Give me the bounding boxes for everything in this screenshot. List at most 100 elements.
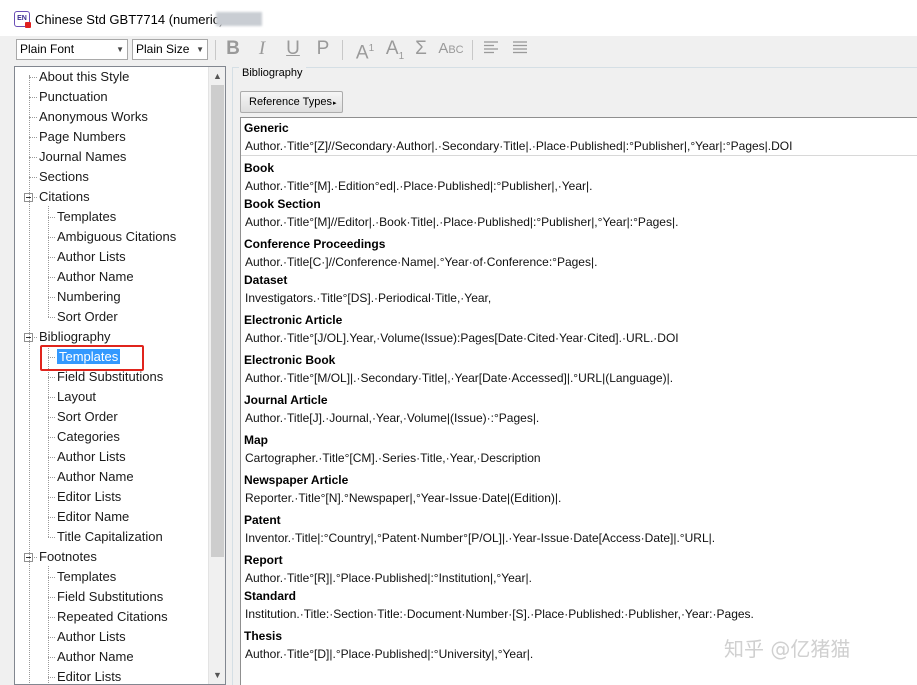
template-text[interactable]: Author.·Title°[M].·Edition°ed|.·Place·Pu…: [245, 179, 592, 193]
tree-item-label: Page Numbers: [39, 129, 126, 144]
tree-item-sections[interactable]: Sections: [39, 168, 89, 186]
subscript-button[interactable]: A1: [382, 38, 408, 62]
reference-types-button[interactable]: Reference Types▸: [240, 91, 343, 113]
tree-connector: [48, 257, 55, 258]
tree-item-label: Author Name: [57, 469, 134, 484]
tree-item-numbering[interactable]: Numbering: [57, 288, 121, 306]
tree-item-editor-lists[interactable]: Editor Lists: [57, 668, 122, 684]
tree-scrollbar[interactable]: ▲ ▼: [208, 67, 225, 684]
tree-item-sort-order[interactable]: Sort Order: [57, 408, 118, 426]
scroll-down-icon[interactable]: ▼: [209, 667, 225, 683]
scroll-up-icon[interactable]: ▲: [209, 68, 225, 84]
tree-item-author-lists[interactable]: Author Lists: [57, 248, 126, 266]
justify-button[interactable]: [509, 38, 531, 60]
reference-type-heading: Report: [244, 553, 283, 567]
tree-connector: [48, 617, 55, 618]
tree-item-footnotes[interactable]: Footnotes: [39, 548, 97, 566]
tree-item-author-name[interactable]: Author Name: [57, 648, 134, 666]
tree-item-sort-order[interactable]: Sort Order: [57, 308, 118, 326]
tree-connector: [48, 497, 55, 498]
tree-item-label: Journal Names: [39, 149, 127, 164]
template-text[interactable]: Author.·Title[J].·Journal,·Year,·Volume|…: [245, 411, 539, 425]
tree-connector: [48, 397, 55, 398]
templates-editor[interactable]: [240, 117, 917, 685]
template-text[interactable]: Institution.·Title:·Section·Title:·Docum…: [245, 607, 754, 621]
underline-button[interactable]: U: [282, 38, 304, 60]
tree-item-author-lists[interactable]: Author Lists: [57, 448, 126, 466]
title-bar: EN Chinese Std GBT7714 (numeric): [0, 0, 917, 36]
align-left-button[interactable]: [480, 38, 502, 60]
tree-item-label: Sections: [39, 169, 89, 184]
small-caps-button[interactable]: Abc: [436, 38, 466, 60]
template-text[interactable]: Author.·Title°[M/OL]|.·Secondary·Title|,…: [245, 371, 673, 385]
tree-item-label: Author Lists: [57, 449, 126, 464]
bold-button[interactable]: B: [222, 38, 244, 60]
tree-item-citations[interactable]: Citations: [39, 188, 90, 206]
tree-connector: [48, 346, 49, 537]
tree-item-label: Anonymous Works: [39, 109, 148, 124]
scrollbar-thumb[interactable]: [211, 85, 224, 557]
symbol-button[interactable]: Σ: [410, 38, 432, 60]
tree-item-label: Ambiguous Citations: [57, 229, 177, 244]
format-toolbar: Plain Font ▼ Plain Size ▼ B I U P A1 A1 Σ …: [0, 36, 917, 64]
template-text[interactable]: Author.·Title[C·]//Conference·Name|.°Yea…: [245, 255, 597, 269]
tree-item-journal-names[interactable]: Journal Names: [39, 148, 126, 166]
template-text[interactable]: Investigators.·Title°[DS].·Periodical·Ti…: [245, 291, 491, 305]
tree-item-page-numbers[interactable]: Page Numbers: [39, 128, 126, 146]
superscript-button[interactable]: A1: [352, 38, 378, 63]
tree-item-label: Editor Lists: [57, 489, 122, 504]
tree-item-label: Editor Lists: [57, 669, 122, 684]
template-text[interactable]: Reporter.·Title°[N].°Newspaper|,°Year-Is…: [245, 491, 561, 505]
tree-item-label: Numbering: [57, 289, 121, 304]
tree-item-about-this-style[interactable]: About this Style: [39, 68, 129, 86]
reference-type-heading: Electronic Book: [244, 353, 336, 367]
tree-item-categories[interactable]: Categories: [57, 428, 120, 446]
tree-connector: [29, 75, 30, 684]
template-text[interactable]: Author.·Title°[R]|.°Place·Published|:°In…: [245, 571, 532, 585]
template-text[interactable]: Author.·Title°[J/OL].Year,·Volume(Issue)…: [245, 331, 679, 345]
tree-item-author-lists[interactable]: Author Lists: [57, 628, 126, 646]
reference-type-heading: Map: [244, 433, 268, 447]
italic-button[interactable]: I: [251, 38, 273, 60]
redacted-title-suffix: [216, 12, 262, 26]
tree-item-templates[interactable]: Templates: [57, 208, 116, 226]
tree-item-label: Punctuation: [39, 89, 108, 104]
tree-item-anonymous-works[interactable]: Anonymous Works: [39, 108, 148, 126]
reference-type-heading: Conference Proceedings: [244, 237, 386, 251]
template-text[interactable]: Author.·Title°[Z]//Secondary·Author|.·Se…: [245, 139, 792, 153]
reference-type-heading: Patent: [244, 513, 281, 527]
tree-item-field-substitutions[interactable]: Field Substitutions: [57, 588, 163, 606]
font-select[interactable]: Plain Font ▼: [16, 39, 128, 60]
tree-item-repeated-citations[interactable]: Repeated Citations: [57, 608, 168, 626]
tree-item-label: Field Substitutions: [57, 369, 164, 384]
tree-item-label: About this Style: [39, 69, 130, 84]
reference-type-heading: Newspaper Article: [244, 473, 349, 487]
tree-item-label: Bibliography: [39, 329, 111, 344]
style-sections-tree: ▲ ▼ About this Style Punctuation Anonymous…: [14, 66, 226, 685]
tree-item-label: Author Name: [57, 269, 134, 284]
align-justify-icon: [513, 41, 527, 54]
tree-item-title-capitalization[interactable]: Title Capitalization: [57, 528, 163, 546]
size-select[interactable]: Plain Size ▼: [132, 39, 208, 60]
tree-item-ambiguous-citations[interactable]: Ambiguous Citations: [57, 228, 176, 246]
tree-item-author-name[interactable]: Author Name: [57, 468, 134, 486]
tree-item-bibliography[interactable]: Bibliography: [39, 328, 111, 346]
tree-item-templates[interactable]: Templates: [57, 568, 116, 586]
divider: [241, 155, 917, 156]
tree-item-label: Categories: [57, 429, 120, 444]
template-text[interactable]: Inventor.·Title|:°Country|,°Patent·Numbe…: [245, 531, 715, 545]
tree-item-editor-name[interactable]: Editor Name: [57, 508, 129, 526]
tree-connector: [48, 577, 55, 578]
template-text[interactable]: Author.·Title°[D]|.°Place·Published|:°Un…: [245, 647, 533, 661]
tree-item-author-name[interactable]: Author Name: [57, 268, 134, 286]
reference-type-heading: Thesis: [244, 629, 283, 643]
tree-item-punctuation[interactable]: Punctuation: [39, 88, 108, 106]
tree-item-label: Templates: [57, 569, 117, 584]
template-text[interactable]: Cartographer.·Title°[CM].·Series·Title,·…: [245, 451, 541, 465]
plain-button[interactable]: P: [312, 38, 334, 60]
template-text[interactable]: Author.·Title°[M]//Editor|.·Book·Title|.…: [245, 215, 678, 229]
tree-item-label: Citations: [39, 189, 90, 204]
tree-item-editor-lists[interactable]: Editor Lists: [57, 488, 121, 506]
tree-item-label: Author Lists: [57, 629, 126, 644]
tree-item-layout[interactable]: Layout: [57, 388, 96, 406]
